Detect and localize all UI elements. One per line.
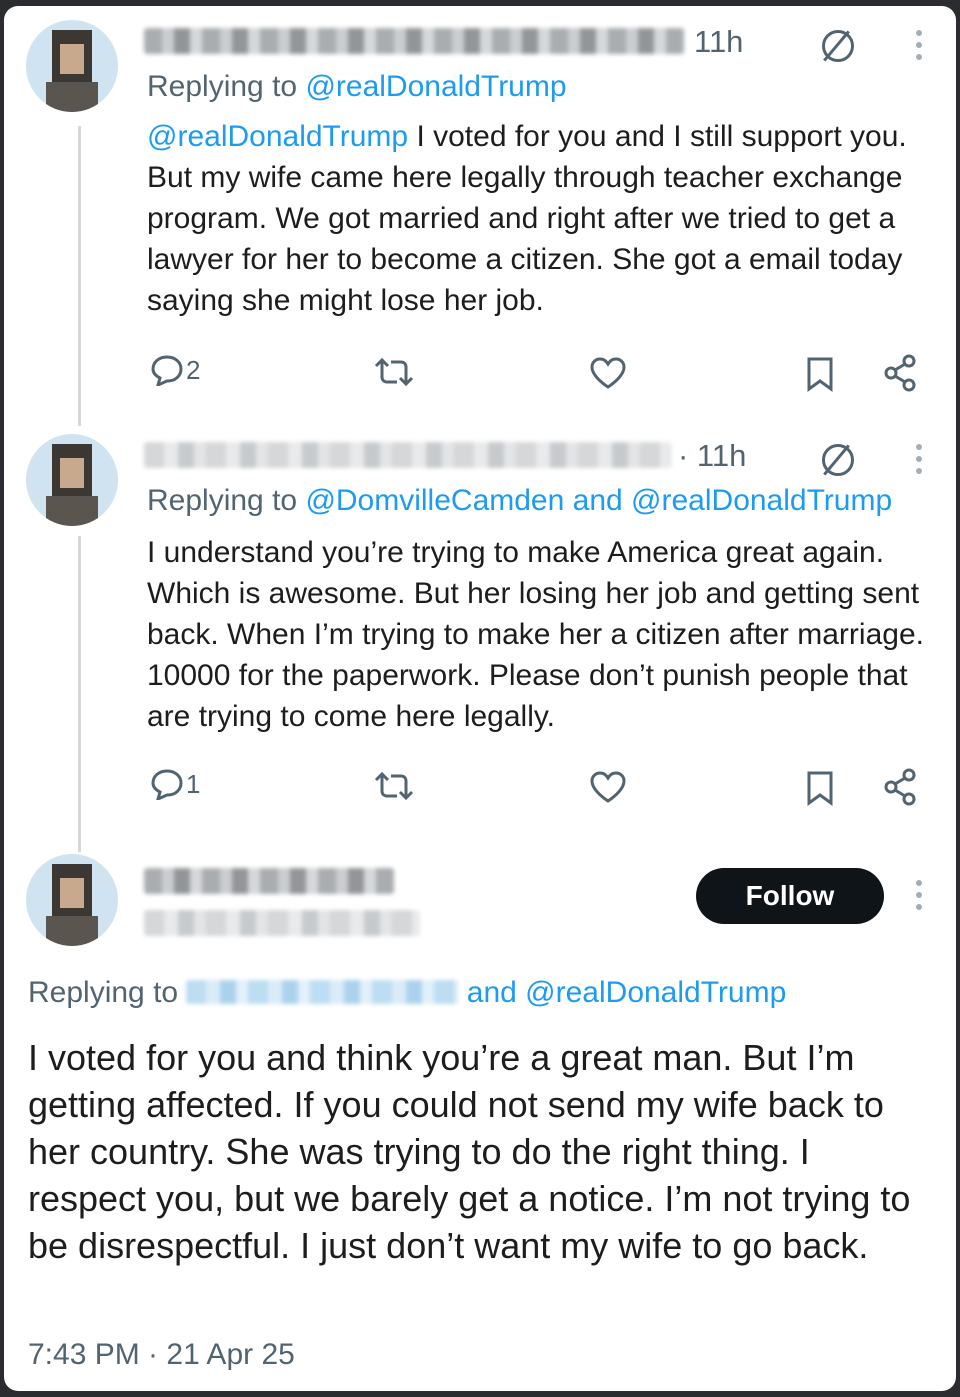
avatar[interactable] (26, 20, 118, 112)
bookmark-button[interactable] (806, 770, 834, 806)
reply-icon (151, 769, 183, 800)
tweet-text: I understand you’re trying to make Ameri… (147, 536, 924, 733)
replying-to: Replying to @DomvilleCamden and @realDon… (147, 484, 893, 517)
bookmark-button[interactable] (806, 356, 834, 392)
tweet-text: I voted for you and think you’re a great… (28, 1037, 911, 1266)
bookmark-icon (807, 771, 833, 806)
mention-link[interactable]: @DomvilleCamden (305, 484, 564, 517)
more-icon[interactable] (916, 880, 922, 916)
timestamp[interactable]: 11h (694, 24, 743, 60)
share-icon (884, 768, 916, 806)
retweet-icon (374, 772, 414, 800)
redacted-username (144, 28, 684, 54)
like-button[interactable] (589, 356, 627, 390)
mention-link[interactable]: @realDonaldTrump (631, 484, 892, 517)
like-icon (590, 357, 626, 389)
mention-link[interactable]: @realDonaldTrump (525, 976, 786, 1009)
thread-card: 11h Replying to @realDonaldTrump @realDo… (4, 6, 956, 1391)
redacted-handle (144, 910, 420, 936)
thread-connector (78, 536, 81, 852)
replying-to: Replying to @realDonaldTrump (147, 70, 567, 103)
like-button[interactable] (589, 770, 627, 804)
share-button[interactable] (882, 354, 918, 392)
bookmark-icon (807, 357, 833, 392)
mention-link[interactable]: @realDonaldTrump (147, 120, 408, 153)
retweet-button[interactable] (372, 358, 416, 386)
reply-button[interactable]: 1 (150, 768, 200, 800)
reply-button[interactable]: 2 (150, 354, 200, 386)
redacted-display-name (144, 868, 394, 894)
redacted-mention (186, 980, 459, 1005)
like-icon (590, 771, 626, 803)
mention-link[interactable]: @realDonaldTrump (305, 70, 566, 103)
reply-count: 2 (186, 354, 201, 385)
thread-connector (78, 126, 81, 426)
share-icon (884, 354, 916, 392)
timestamp[interactable]: · 11h (678, 438, 746, 474)
follow-button[interactable]: Follow (696, 868, 884, 924)
redacted-username (144, 442, 672, 468)
more-icon[interactable] (916, 30, 922, 66)
grok-icon[interactable] (822, 444, 854, 476)
post-timestamp[interactable]: 7:43 PM · 21 Apr 25 (28, 1338, 295, 1372)
retweet-button[interactable] (372, 772, 416, 800)
avatar[interactable] (26, 434, 118, 526)
more-icon[interactable] (916, 444, 922, 480)
reply-icon (151, 355, 183, 386)
reply-count: 1 (186, 768, 201, 799)
avatar[interactable] (26, 854, 118, 946)
replying-to: Replying to and @realDonaldTrump (28, 976, 787, 1009)
tweet-text: @realDonaldTrump I voted for you and I s… (147, 120, 907, 317)
share-button[interactable] (882, 768, 918, 806)
grok-icon[interactable] (822, 30, 854, 62)
retweet-icon (374, 358, 414, 386)
